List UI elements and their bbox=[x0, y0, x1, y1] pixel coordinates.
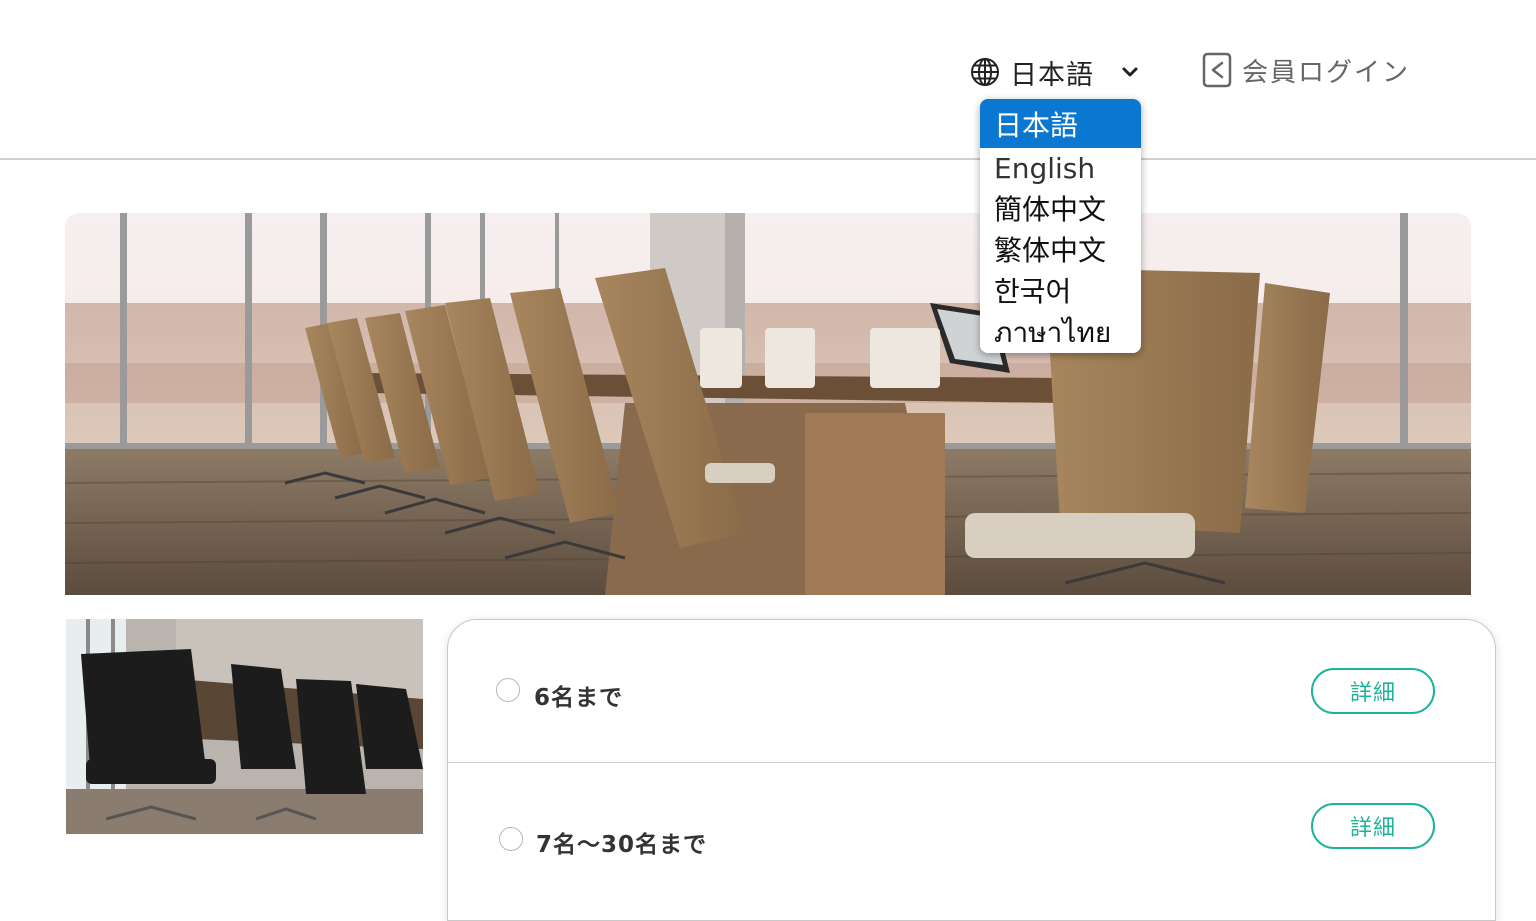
current-language: 日本語 bbox=[1010, 59, 1094, 91]
language-option-thai[interactable]: ภาษาไทย bbox=[980, 312, 1141, 353]
plan-list: 6名まで 詳細 7名～30名まで 詳細 bbox=[447, 619, 1496, 921]
language-dropdown: 日本語 English 簡体中文 繁体中文 한국어 ภาษาไทย bbox=[980, 99, 1141, 353]
plan-row[interactable]: 7名～30名まで 詳細 bbox=[448, 763, 1495, 905]
plan-radio[interactable] bbox=[499, 827, 523, 851]
login-icon bbox=[1202, 52, 1232, 88]
plan-row[interactable]: 6名まで 詳細 bbox=[448, 620, 1495, 763]
hero-image bbox=[65, 213, 1471, 595]
chevron-down-icon bbox=[1122, 67, 1138, 77]
detail-button[interactable]: 詳細 bbox=[1311, 668, 1435, 714]
conference-room-illustration bbox=[65, 213, 1471, 595]
detail-button[interactable]: 詳細 bbox=[1311, 803, 1435, 849]
language-option-english[interactable]: English bbox=[980, 148, 1141, 189]
member-login-link[interactable]: 会員ログイン bbox=[1200, 48, 1410, 92]
language-selector[interactable]: 日本語 bbox=[970, 52, 1140, 92]
language-option-korean[interactable]: 한국어 bbox=[980, 271, 1141, 312]
thumbnail-image bbox=[66, 619, 423, 834]
plan-radio[interactable] bbox=[496, 678, 520, 702]
plan-label: 7名～30名まで bbox=[536, 832, 708, 858]
login-label: 会員ログイン bbox=[1242, 57, 1411, 88]
site-header: 日本語 会員ログイン bbox=[0, 0, 1536, 160]
globe-icon bbox=[971, 58, 999, 86]
language-option-traditional-chinese[interactable]: 繁体中文 bbox=[980, 230, 1141, 271]
language-option-simplified-chinese[interactable]: 簡体中文 bbox=[980, 189, 1141, 230]
language-option-japanese[interactable]: 日本語 bbox=[980, 99, 1141, 148]
plan-label: 6名まで bbox=[534, 685, 624, 711]
meeting-room-thumbnail bbox=[66, 619, 423, 834]
